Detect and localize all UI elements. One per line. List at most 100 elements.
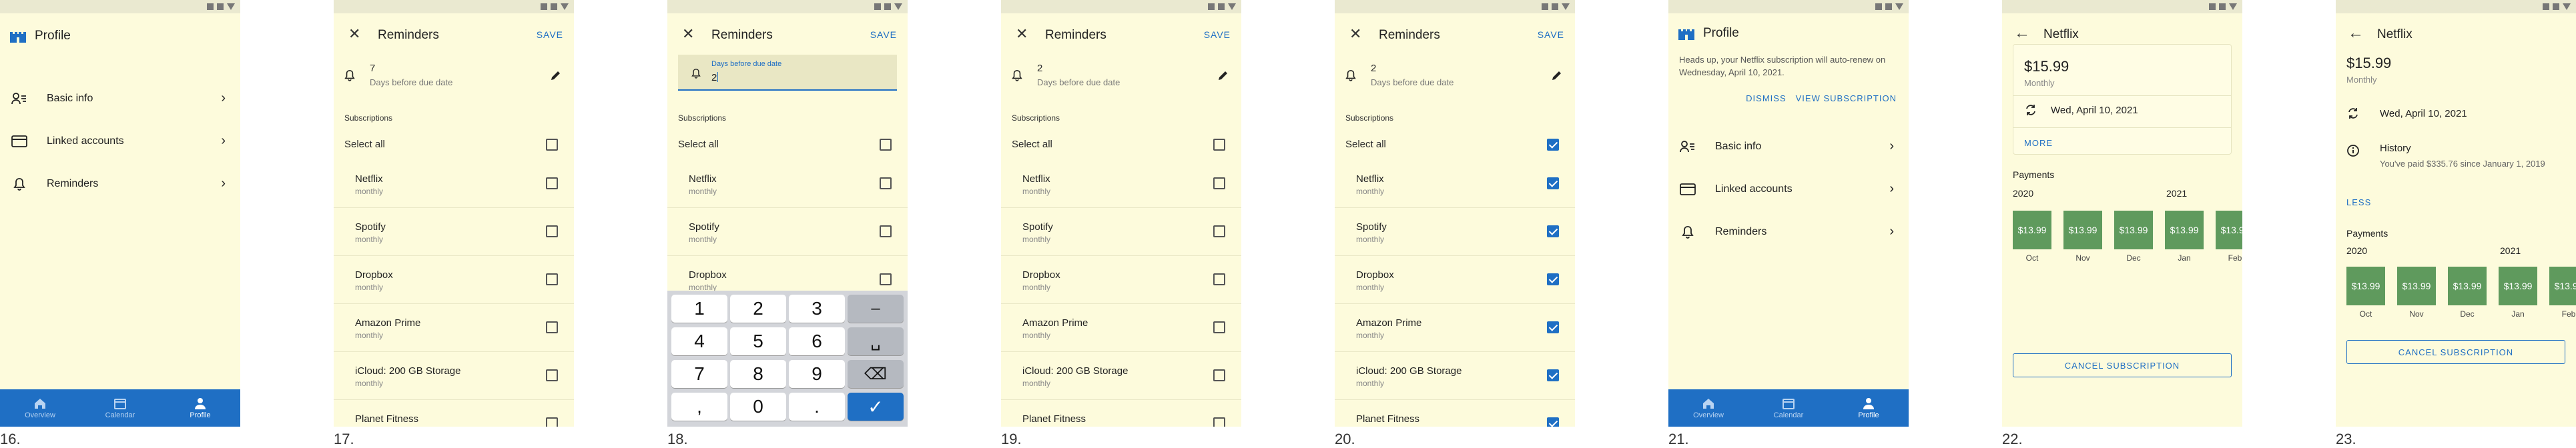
sub-checkbox[interactable] (1547, 225, 1559, 237)
payment-bar[interactable]: $13.99 (2216, 211, 2242, 249)
select-all-row[interactable]: Select all (667, 131, 908, 157)
payment-bar[interactable]: $13.99 (2397, 267, 2436, 305)
menu-reminders[interactable]: Reminders › (1668, 211, 1909, 253)
pencil-icon[interactable] (1217, 69, 1229, 85)
sub-checkbox[interactable] (1213, 273, 1225, 285)
subscription-row[interactable]: Planet Fitnessmonthly (1335, 400, 1575, 427)
days-before-row[interactable]: 2 Days before due date (1001, 55, 1241, 99)
key-done[interactable]: ✓ (848, 393, 904, 421)
payment-bar[interactable]: $13.99 (2013, 211, 2051, 249)
nav-profile[interactable]: Profile (1829, 389, 1909, 427)
sub-checkbox[interactable] (880, 273, 892, 285)
sub-checkbox[interactable] (546, 417, 558, 427)
payment-bar[interactable]: $13.99 (2165, 211, 2204, 249)
close-icon[interactable]: ✕ (682, 25, 694, 43)
subscription-row[interactable]: Netflix monthly (334, 160, 574, 208)
menu-linked-accounts[interactable]: Linked accounts › (1668, 168, 1909, 211)
subscription-row[interactable]: Planet Fitnessmonthly (1001, 400, 1241, 427)
sub-checkbox[interactable] (1213, 321, 1225, 333)
select-all-checkbox[interactable] (1547, 139, 1559, 151)
sub-checkbox[interactable] (1213, 177, 1225, 189)
key-backspace[interactable]: ⌫ (848, 360, 904, 388)
subscription-row[interactable]: Netflix monthly (1335, 160, 1575, 208)
key-0[interactable]: 0 (730, 393, 786, 421)
key-3[interactable]: 3 (789, 295, 845, 323)
sub-checkbox[interactable] (880, 225, 892, 237)
close-icon[interactable]: ✕ (348, 25, 360, 43)
sub-checkbox[interactable] (1547, 369, 1559, 381)
select-all-row[interactable]: Select all (1335, 131, 1575, 157)
subscription-row[interactable]: Netflix monthly (1001, 160, 1241, 208)
sub-checkbox[interactable] (1547, 177, 1559, 189)
key-comma[interactable]: , (671, 393, 727, 421)
select-all-checkbox[interactable] (1213, 139, 1225, 151)
payment-bar[interactable]: $13.99 (2448, 267, 2487, 305)
dismiss-button[interactable]: DISMISS (1746, 93, 1786, 103)
nav-profile[interactable]: Profile (160, 389, 240, 427)
payment-bar[interactable]: $13.99 (2549, 267, 2576, 305)
subscription-row[interactable]: Amazon Prime monthly (334, 304, 574, 352)
key-1[interactable]: 1 (671, 295, 727, 323)
view-subscription-button[interactable]: VIEW SUBSCRIPTION (1796, 93, 1897, 103)
menu-linked-accounts[interactable]: Linked accounts › (0, 120, 240, 163)
sub-checkbox[interactable] (1213, 225, 1225, 237)
subscription-row[interactable]: Spotify monthly (1001, 208, 1241, 256)
payment-bar[interactable]: $13.99 (2499, 267, 2537, 305)
sub-checkbox[interactable] (1547, 417, 1559, 427)
subscription-row[interactable]: iCloud: 200 GB Storage monthly (334, 352, 574, 400)
subscription-row[interactable]: Dropbox monthly (334, 256, 574, 304)
close-icon[interactable]: ✕ (1349, 25, 1361, 43)
save-button[interactable]: SAVE (1204, 29, 1231, 40)
subscription-row[interactable]: Netflix monthly (667, 160, 908, 208)
sub-checkbox[interactable] (1547, 273, 1559, 285)
nav-overview[interactable]: Overview (0, 389, 80, 427)
close-icon[interactable]: ✕ (1016, 25, 1028, 43)
key-period[interactable]: . (789, 393, 845, 421)
menu-reminders[interactable]: Reminders › (0, 163, 240, 205)
subscription-row[interactable]: Amazon Prime monthly (1001, 304, 1241, 352)
nav-calendar[interactable]: Calendar (1748, 389, 1829, 427)
back-arrow-icon[interactable]: ← (2348, 24, 2364, 43)
subscription-row[interactable]: iCloud: 200 GB Storage monthly (1001, 352, 1241, 400)
more-button[interactable]: MORE (2024, 138, 2053, 148)
sub-checkbox[interactable] (546, 369, 558, 381)
subscription-row[interactable]: Spotify monthly (1335, 208, 1575, 256)
pencil-icon[interactable] (550, 69, 562, 85)
subscription-row[interactable]: Planet Fitnessmonthly (334, 400, 574, 427)
key-space[interactable]: ␣ (848, 327, 904, 355)
save-button[interactable]: SAVE (870, 29, 897, 40)
pencil-icon[interactable] (1551, 69, 1563, 85)
select-all-row[interactable]: Select all (1001, 131, 1241, 157)
subscription-row[interactable]: Spotify monthly (334, 208, 574, 256)
key-8[interactable]: 8 (730, 360, 786, 388)
back-arrow-icon[interactable]: ← (2014, 24, 2030, 43)
key-5[interactable]: 5 (730, 327, 786, 355)
payment-bar[interactable]: $13.99 (2346, 267, 2385, 305)
sub-checkbox[interactable] (546, 177, 558, 189)
key-2[interactable]: 2 (730, 295, 786, 323)
key-7[interactable]: 7 (671, 360, 727, 388)
cancel-subscription-button[interactable]: CANCEL SUBSCRIPTION (2013, 353, 2232, 377)
select-all-checkbox[interactable] (546, 139, 558, 151)
key-9[interactable]: 9 (789, 360, 845, 388)
save-button[interactable]: SAVE (537, 29, 563, 40)
sub-checkbox[interactable] (546, 273, 558, 285)
payment-bar[interactable]: $13.99 (2063, 211, 2102, 249)
days-before-row[interactable]: 7 Days before due date (334, 55, 574, 99)
subscription-row[interactable]: Amazon Prime monthly (1335, 304, 1575, 352)
nav-calendar[interactable]: Calendar (80, 389, 160, 427)
menu-basic-info[interactable]: Basic info › (0, 77, 240, 120)
key-4[interactable]: 4 (671, 327, 727, 355)
subscription-row[interactable]: Spotify monthly (667, 208, 908, 256)
key-6[interactable]: 6 (789, 327, 845, 355)
subscription-row[interactable]: Dropbox monthly (1335, 256, 1575, 304)
nav-overview[interactable]: Overview (1668, 389, 1748, 427)
save-button[interactable]: SAVE (1538, 29, 1564, 40)
subscription-row[interactable]: iCloud: 200 GB Storage monthly (1335, 352, 1575, 400)
menu-basic-info[interactable]: Basic info › (1668, 125, 1909, 168)
less-button[interactable]: LESS (2346, 197, 2371, 207)
sub-checkbox[interactable] (880, 177, 892, 189)
payment-bar[interactable]: $13.99 (2114, 211, 2153, 249)
sub-checkbox[interactable] (1547, 321, 1559, 333)
key-minus[interactable]: – (848, 295, 904, 323)
